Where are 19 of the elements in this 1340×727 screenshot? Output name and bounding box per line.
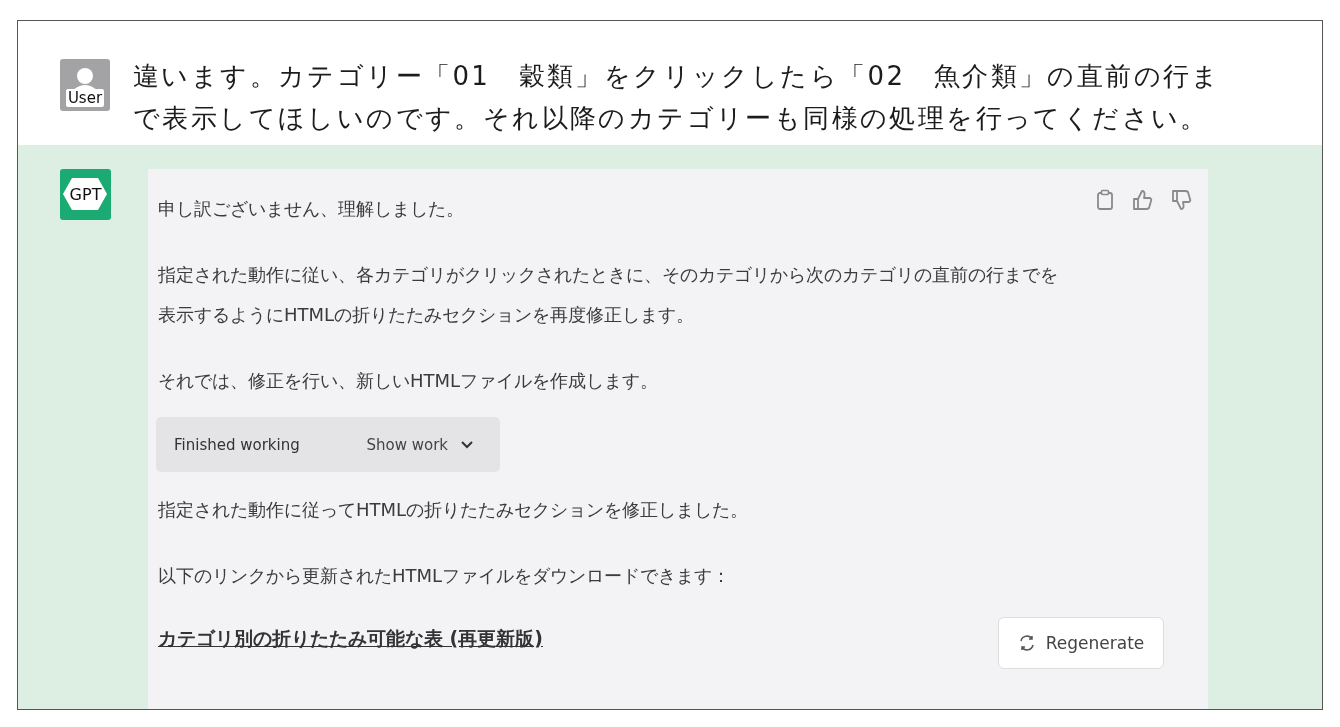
paragraph: 申し訳ございません、理解しました。 <box>158 197 464 221</box>
avatar-label: GPT <box>69 185 102 204</box>
hexagon-icon <box>62 176 108 212</box>
regenerate-button[interactable]: Regenerate <box>998 617 1164 669</box>
download-link[interactable]: カテゴリ別の折りたたみ可能な表 (再更新版) <box>158 626 543 652</box>
person-icon <box>72 67 98 89</box>
refresh-icon <box>1017 634 1036 652</box>
status-text: Finished working <box>174 435 301 454</box>
avatar-label: User <box>65 89 105 107</box>
chevron-icon <box>460 439 474 450</box>
show-work-button[interactable]: Show work <box>366 435 474 454</box>
paragraph: それでは、修正を行い、新しいHTMLファイルを作成します。 <box>158 369 659 393</box>
thumbs-down-icon[interactable] <box>1171 189 1192 211</box>
paragraph: 指定された動作に従い、各カテゴリがクリックされたときに、そのカテゴリから次のカテゴリの直前の行までを 表示するようにHTMLの折りたたみセクションを再度修正します。 <box>158 263 1058 327</box>
paragraph: 以下のリンクから更新されたHTMLファイルをダウンロードできます： <box>158 564 731 588</box>
message-text: 違います。カテゴリー「01 穀類」をクリックしたら「02 魚介類」の直前の行まで表示してほしいのです。それ以降のカテゴリーも同様の処理を行ってください。 <box>133 60 1222 135</box>
clipboard-icon[interactable] <box>1096 189 1114 211</box>
thumbs-up-icon[interactable] <box>1132 189 1153 211</box>
paragraph: 指定された動作に従ってHTMLの折りたたみセクションを修正しました。 <box>158 498 749 522</box>
